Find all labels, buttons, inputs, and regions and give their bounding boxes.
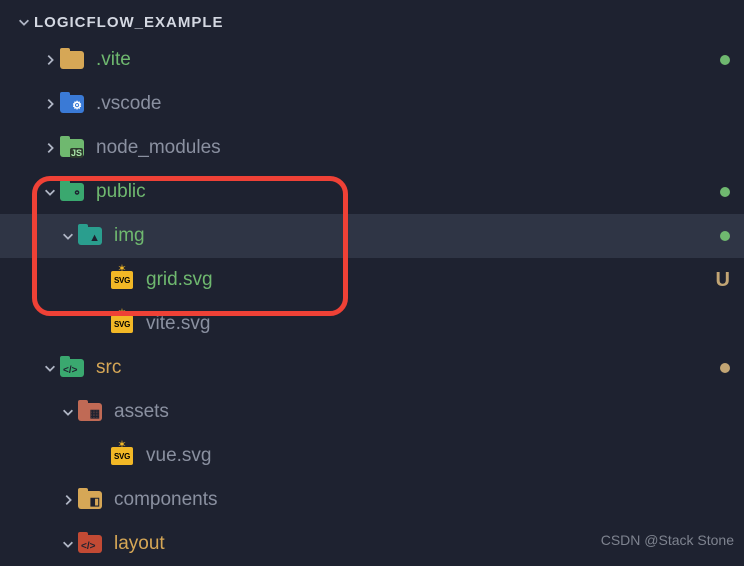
folder-label: .vscode xyxy=(96,93,730,115)
tree-row-vite[interactable]: .vite xyxy=(0,38,744,82)
chevron-right-icon xyxy=(58,493,78,507)
folder-label: node_modules xyxy=(96,137,730,159)
folder-label: assets xyxy=(114,401,730,423)
tree-row-vite-svg[interactable]: vite.svg xyxy=(0,302,744,346)
folder-icon xyxy=(60,48,84,72)
tree-row-vscode[interactable]: ⚙ .vscode xyxy=(0,82,744,126)
file-label: vue.svg xyxy=(146,445,730,467)
tree-row-node-modules[interactable]: JS node_modules xyxy=(0,126,744,170)
node-modules-folder-icon: JS xyxy=(60,136,84,160)
assets-folder-icon: ▦ xyxy=(78,400,102,424)
chevron-down-icon xyxy=(58,537,78,551)
git-modified-dot xyxy=(720,363,730,373)
src-folder-icon: </> xyxy=(60,356,84,380)
git-modified-dot xyxy=(720,231,730,241)
chevron-right-icon xyxy=(40,53,60,67)
tree-row-src[interactable]: </> src xyxy=(0,346,744,390)
file-label: vite.svg xyxy=(146,313,730,335)
svg-file-icon xyxy=(110,312,134,336)
chevron-down-icon xyxy=(14,15,34,29)
chevron-right-icon xyxy=(40,97,60,111)
chevron-right-icon xyxy=(40,141,60,155)
git-untracked-badge: U xyxy=(716,269,730,292)
svg-file-icon xyxy=(110,268,134,292)
folder-label: img xyxy=(114,225,720,247)
tree-row-components[interactable]: ◧ components xyxy=(0,478,744,522)
project-root-label: LOGICFLOW_EXAMPLE xyxy=(34,14,730,31)
vscode-folder-icon: ⚙ xyxy=(60,92,84,116)
file-label: grid.svg xyxy=(146,269,716,291)
svg-file-icon xyxy=(110,444,134,468)
components-folder-icon: ◧ xyxy=(78,488,102,512)
layout-folder-icon: </> xyxy=(78,532,102,556)
tree-row-assets[interactable]: ▦ assets xyxy=(0,390,744,434)
folder-label: .vite xyxy=(96,49,720,71)
chevron-down-icon xyxy=(40,361,60,375)
tree-row-vue-svg[interactable]: vue.svg xyxy=(0,434,744,478)
tree-row-grid-svg[interactable]: grid.svg U xyxy=(0,258,744,302)
public-folder-icon: ⚬ xyxy=(60,180,84,204)
watermark-text: CSDN @Stack Stone xyxy=(601,532,734,548)
folder-label: src xyxy=(96,357,720,379)
chevron-down-icon xyxy=(58,229,78,243)
chevron-down-icon xyxy=(40,185,60,199)
project-root-row[interactable]: LOGICFLOW_EXAMPLE xyxy=(0,6,744,38)
git-modified-dot xyxy=(720,55,730,65)
git-modified-dot xyxy=(720,187,730,197)
file-explorer-tree: LOGICFLOW_EXAMPLE .vite ⚙ .vscode JS nod… xyxy=(0,0,744,566)
images-folder-icon: ▲ xyxy=(78,224,102,248)
tree-row-img[interactable]: ▲ img xyxy=(0,214,744,258)
folder-label: public xyxy=(96,181,720,203)
tree-row-public[interactable]: ⚬ public xyxy=(0,170,744,214)
folder-label: components xyxy=(114,489,730,511)
chevron-down-icon xyxy=(58,405,78,419)
